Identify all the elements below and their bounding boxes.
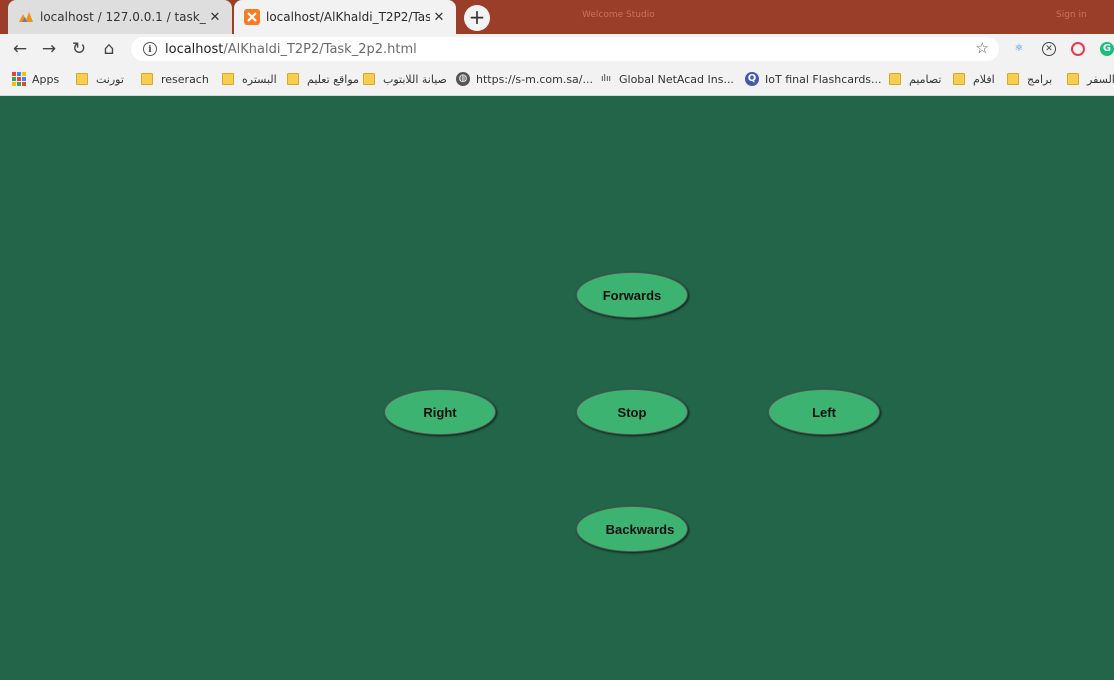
apps-grid-icon: [12, 72, 26, 86]
tab-strip: localhost / 127.0.0.1 / task_2p2 / ✕ loc…: [0, 0, 1114, 34]
tab-task-page[interactable]: localhost/AlKhaldi_T2P2/Task_2p ✕: [234, 0, 456, 34]
titlebar-faded-text: Welcome Studio: [582, 10, 655, 20]
titlebar-faded-text: Sign in: [1056, 10, 1087, 20]
bookmark-folder[interactable]: صيانة اللابتوب: [363, 71, 447, 87]
bookmark-label: Global NetAcad Ins...: [619, 72, 734, 86]
cisco-icon: ılıı: [600, 74, 611, 84]
folder-icon: [363, 73, 375, 85]
react-devtools-icon[interactable]: ⚛: [1012, 42, 1026, 56]
bookmark-link[interactable]: ılıı Global NetAcad Ins...: [599, 71, 734, 87]
bookmark-apps[interactable]: Apps: [12, 71, 59, 87]
back-arrow-icon[interactable]: ←: [9, 38, 31, 60]
pocket-extension-icon[interactable]: [1071, 42, 1085, 56]
reload-icon[interactable]: ↻: [68, 38, 90, 60]
url-host: localhost: [165, 41, 224, 57]
forward-arrow-icon[interactable]: →: [38, 38, 60, 60]
bookmark-label: Apps: [32, 72, 60, 86]
folder-icon: [287, 73, 299, 85]
bookmark-label: تورنت: [96, 72, 124, 86]
bookmark-link[interactable]: ◍ https://s-m.com.sa/...: [456, 71, 593, 87]
bookmark-label: IoT final Flashcards...: [765, 72, 882, 86]
folder-icon: [76, 73, 88, 85]
tab-phpmyadmin[interactable]: localhost / 127.0.0.1 / task_2p2 / ✕: [8, 0, 232, 34]
info-icon[interactable]: i: [143, 42, 157, 56]
stop-button[interactable]: Stop: [576, 389, 688, 435]
extension-x-icon[interactable]: ✕: [1042, 42, 1056, 56]
folder-icon: [953, 73, 965, 85]
folder-icon: [222, 73, 234, 85]
bookmark-folder[interactable]: تورنت: [76, 71, 124, 87]
bookmark-label: السفر: [1087, 72, 1114, 86]
page-content: Forwards Right Stop Left Backwards: [0, 96, 1114, 680]
bookmark-label: البستره: [242, 72, 277, 86]
tab-title: localhost/AlKhaldi_T2P2/Task_2p: [266, 10, 430, 24]
quizlet-icon: Q: [745, 72, 759, 86]
bookmark-folder[interactable]: البستره: [222, 71, 277, 87]
bookmark-folder[interactable]: السفر: [1067, 71, 1114, 87]
bookmark-label: برامج: [1027, 72, 1053, 86]
address-bar[interactable]: i localhost/AlKhaldi_T2P2/Task_2p2.html …: [131, 37, 999, 61]
bookmark-link[interactable]: Q IoT final Flashcards...: [745, 71, 882, 87]
backwards-button[interactable]: Backwards: [576, 506, 688, 552]
grammarly-icon[interactable]: G: [1100, 42, 1114, 56]
globe-icon: ◍: [456, 72, 470, 86]
xampp-icon: [244, 9, 260, 25]
home-icon[interactable]: ⌂: [98, 38, 120, 60]
new-tab-button[interactable]: +: [464, 5, 490, 31]
bookmark-label: افلام: [973, 72, 995, 86]
right-button[interactable]: Right: [384, 389, 496, 435]
bookmark-label: reserach: [161, 72, 209, 86]
bookmark-label: مواقع تعليم: [307, 72, 359, 86]
folder-icon: [141, 73, 153, 85]
close-icon[interactable]: ✕: [430, 10, 448, 25]
bookmark-folder[interactable]: افلام: [953, 71, 995, 87]
bookmark-label: https://s-m.com.sa/...: [476, 72, 593, 86]
bookmark-star-icon[interactable]: ☆: [976, 39, 989, 57]
close-icon[interactable]: ✕: [206, 10, 224, 25]
browser-toolbar: ← → ↻ ⌂ i localhost/AlKhaldi_T2P2/Task_2…: [0, 34, 1114, 64]
url-path: /AlKhaldi_T2P2/Task_2p2.html: [223, 41, 417, 57]
bookmark-label: تصاميم: [909, 72, 942, 86]
bookmark-label: صيانة اللابتوب: [383, 72, 447, 86]
forwards-button[interactable]: Forwards: [576, 272, 688, 318]
bookmarks-bar: Apps تورنت reserach البستره مواقع تعليم …: [0, 64, 1114, 96]
left-button[interactable]: Left: [768, 389, 880, 435]
folder-icon: [889, 73, 901, 85]
bookmark-folder[interactable]: تصاميم: [889, 71, 941, 87]
tab-title: localhost / 127.0.0.1 / task_2p2 /: [40, 10, 206, 24]
bookmark-folder[interactable]: مواقع تعليم: [287, 71, 359, 87]
bookmark-folder[interactable]: reserach: [141, 71, 209, 87]
folder-icon: [1067, 73, 1079, 85]
folder-icon: [1007, 73, 1019, 85]
phpmyadmin-icon: [19, 12, 33, 22]
bookmark-folder[interactable]: برامج: [1007, 71, 1052, 87]
